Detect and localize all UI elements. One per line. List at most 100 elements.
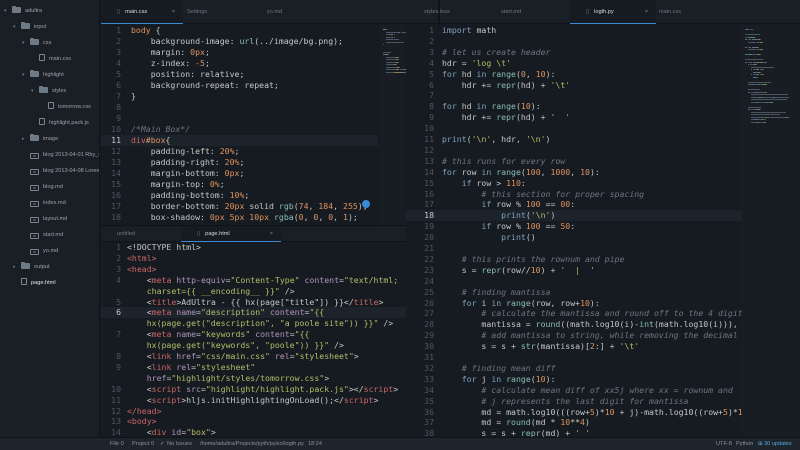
code-line[interactable]: 8 <link href="css/main.css" rel="stylesh… [101,351,438,362]
code-line[interactable]: 2 [406,36,742,47]
chevron-down-icon[interactable]: ▾ [13,20,21,34]
code-line[interactable]: 22 # this prints the rownum and pipe [406,254,742,265]
code-line[interactable]: 27 # calculate the mantissa and round of… [406,308,742,319]
code-line[interactable]: 13 # this runs for every row [406,156,742,167]
tab[interactable]: start.md [485,0,569,24]
tree-item[interactable]: page.html [13,276,56,290]
code-line[interactable]: 9 [101,113,378,124]
code-line[interactable]: 14 <div id="box"> [101,427,438,437]
tab[interactable]: main.css [643,0,735,24]
code-line[interactable]: 6 hdr += repr(hd) + '\t' [406,80,742,91]
code-line[interactable]: hx(page.get("description", "a poole site… [101,318,438,329]
code-line[interactable]: 17 border-bottom: 20px solid rgb(74, 184… [101,201,378,212]
code-line[interactable]: 6 <meta name="description" content="{{ [101,307,438,319]
chevron-down-icon[interactable]: ▾ [31,84,39,98]
tree-item[interactable]: Mblog 2013-04-08 Lorem_ [22,164,99,178]
tree-item[interactable]: Mindex.md [22,196,66,210]
code-line[interactable]: 34 # calculate mean diff of xx5j where x… [406,385,742,396]
chevron-down-icon[interactable]: ▾ [22,68,30,82]
code-line[interactable]: 4 hdr = 'log \t' [406,58,742,69]
tree-item[interactable]: Mblog.md [22,180,63,194]
code-line[interactable]: 35 # j represents the last digit for man… [406,396,742,407]
code-line[interactable]: 7 <meta name="keywords" content="{{ [101,329,438,340]
tree-item[interactable]: Mblog 2013-04-01 Rby_C [22,148,99,162]
code-line[interactable]: 3 # let us create header [406,47,742,58]
code-line[interactable]: 1 import math [406,25,742,36]
code-line[interactable]: hx(page.get("keywords", "poole")) }}" /> [101,340,438,351]
code-line[interactable]: 10 <script src="highlight/highlight.pack… [101,384,438,395]
tab[interactable]: untitled [101,226,181,242]
code-line[interactable]: 8 [101,102,378,113]
code-line[interactable]: charset={{ __encoding__ }}" /> [101,286,438,297]
code-line[interactable]: 3 margin: 0px; [101,47,378,58]
code-line[interactable]: 15 margin-top: 0%; [101,179,378,190]
code-line[interactable]: 4 <meta http-equiv="Content-Type" conten… [101,275,438,286]
status-encoding[interactable]: UTF-8 [716,438,732,450]
tree-item[interactable]: ▾ css [22,36,51,50]
status-issues[interactable]: No Issues [167,438,192,450]
code-line[interactable]: 14 for row in range(100, 1000, 10): [406,167,742,178]
code-line[interactable]: 4 z-index: -5; [101,58,378,69]
chevron-right-icon[interactable]: ▸ [22,132,30,146]
tab[interactable]: ▯ page.html × [181,226,281,242]
code-line[interactable]: 16 # this section for proper spacing [406,189,742,200]
status-cursor-position[interactable]: 18:24 [308,438,322,450]
code-line[interactable]: 36 md = math.log10(((row+5)*10 + j)-math… [406,407,742,418]
code-line[interactable]: 31 [406,352,742,363]
code-line[interactable]: 12 [406,145,742,156]
code-line[interactable]: 7} [101,91,378,102]
code-line[interactable]: 12 padding-left: 20%; [101,146,378,157]
code-line[interactable]: 6 background-repeat: repeat; [101,80,378,91]
python-minimap[interactable] [742,25,800,437]
status-updates[interactable]: 30 updates [764,438,792,450]
code-line[interactable]: 11 <script>hljs.initHighlightingOnLoad()… [101,395,438,406]
tree-item[interactable]: ▾ adultra [4,4,42,18]
tree-item[interactable]: ▸ output [13,260,50,274]
code-line[interactable]: 24 [406,276,742,287]
close-icon[interactable]: × [270,226,273,242]
tree-item[interactable]: ▾ styles [31,84,66,98]
code-line[interactable]: 9 hdr += repr(hd) + ' ' [406,112,742,123]
tree-item[interactable]: ▾ input [13,20,46,34]
code-line[interactable]: 2 background-image: url(../image/bg.png)… [101,36,378,47]
code-line[interactable]: 11 div#box{ [101,135,378,146]
code-line[interactable]: 13 <body> [101,416,438,427]
html-editor[interactable]: 1 <!DOCTYPE html> 2 <html> 3 <head> 4 <meta ht… [101,242,438,437]
tab[interactable]: yo.md [251,0,331,24]
code-line[interactable]: 11 print('\n', hdr, '\n') [406,134,742,145]
code-line[interactable]: 5 for hd in range(0, 10): [406,69,742,80]
tree-item[interactable]: Mstart.md [22,228,63,242]
status-file-path[interactable]: /home/adultra/Projects/pyth/pyiso/logth.… [200,438,304,450]
tree-item[interactable]: ▸ image [22,132,58,146]
code-line[interactable]: 23 s = repr(row//10) + ' | ' [406,265,742,276]
code-line[interactable]: 5 <title>AdUltra - {{ hx(page["title"]) … [101,297,438,308]
code-line[interactable]: 33 for j in range(10): [406,374,742,385]
tab[interactable]: Settings [171,0,251,24]
tree-item[interactable]: Myo.md [22,244,58,258]
code-line[interactable]: 12 </head> [101,406,438,417]
code-line[interactable]: 25 # finding mantissa [406,287,742,298]
status-project-info[interactable]: Project 0 [132,438,154,450]
code-line[interactable]: 37 md = round(md * 10**4) [406,417,742,428]
chevron-down-icon[interactable]: ▾ [4,4,12,18]
code-line[interactable]: 10 /*Main Box*/ [101,124,378,135]
code-line[interactable]: 17 if row % 100 == 00: [406,199,742,210]
tree-item[interactable]: ▾ highlight [22,68,64,82]
code-line[interactable]: 5 position: relative; [101,69,378,80]
tab[interactable]: styles.less [408,0,496,24]
code-line[interactable]: 13 padding-right: 20%; [101,157,378,168]
code-line[interactable]: 10 [406,123,742,134]
code-line[interactable]: 15 if row > 110: [406,178,742,189]
code-line[interactable]: 9 <link rel="stylesheet" [101,362,438,373]
code-line[interactable]: 8 for hd in range(10): [406,101,742,112]
tree-item[interactable]: tomorrow.css [40,100,91,114]
status-grammar[interactable]: Python [736,438,753,450]
status-file-info[interactable]: File 0 [110,438,124,450]
code-line[interactable]: 30 s = s + str(mantissa)[2:] + '\t' [406,341,742,352]
tree-item[interactable]: main.css [31,52,71,66]
code-line[interactable]: 21 [406,243,742,254]
code-line[interactable]: href="highlight/styles/tomorrow.css"> [101,373,438,384]
code-line[interactable]: 32 # finding mean diff [406,363,742,374]
code-line[interactable]: 7 [406,90,742,101]
code-line[interactable]: 20 print() [406,232,742,243]
